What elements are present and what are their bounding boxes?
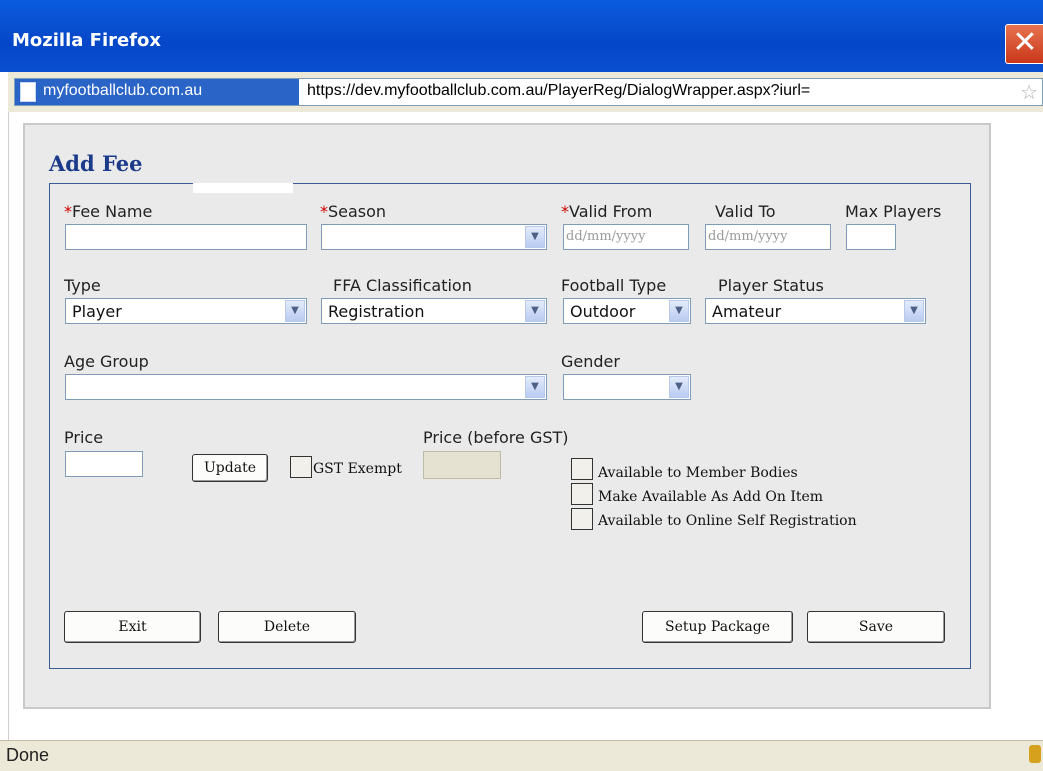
age-group-label: Age Group — [64, 352, 149, 371]
fee-name-label-text: Fee Name — [72, 202, 153, 221]
add-on-item-label: Make Available As Add On Item — [598, 489, 824, 505]
valid-to-input[interactable]: dd/mm/yyyy — [705, 224, 831, 250]
max-players-input[interactable] — [846, 224, 896, 250]
max-players-label: Max Players — [845, 202, 942, 221]
chevron-down-icon[interactable]: ▼ — [904, 300, 924, 322]
add-fee-dialog: *Fee Name *Season ▼ *Valid From dd/mm/yy… — [23, 123, 991, 709]
url-field[interactable]: myfootballclub.com.au https://dev.myfoot… — [14, 78, 1043, 106]
fee-name-input[interactable] — [65, 224, 307, 250]
panel-title-gap — [193, 183, 293, 193]
price-before-gst-label: Price (before GST) — [423, 428, 569, 447]
chevron-down-icon[interactable]: ▼ — [285, 300, 305, 322]
window-title: Mozilla Firefox — [12, 30, 162, 51]
season-label: *Season — [320, 202, 386, 221]
player-status-label: Player Status — [718, 276, 824, 295]
update-button[interactable]: Update — [192, 454, 268, 482]
season-select[interactable]: ▼ — [321, 224, 547, 250]
setup-package-button[interactable]: Setup Package — [642, 611, 793, 643]
chevron-down-icon[interactable]: ▼ — [669, 376, 689, 398]
fee-name-label: *Fee Name — [64, 202, 152, 221]
page-content: *Fee Name *Season ▼ *Valid From dd/mm/yy… — [8, 112, 1043, 740]
season-label-text: Season — [328, 202, 387, 221]
address-bar: myfootballclub.com.au https://dev.myfoot… — [8, 72, 1043, 112]
gender-label: Gender — [561, 352, 620, 371]
exit-button[interactable]: Exit — [64, 611, 201, 643]
required-marker: * — [64, 202, 72, 221]
chevron-down-icon[interactable]: ▼ — [525, 376, 545, 398]
available-member-bodies-checkbox[interactable] — [571, 458, 593, 480]
ffa-classification-value: Registration — [328, 302, 425, 321]
type-label: Type — [64, 276, 101, 295]
online-self-registration-checkbox[interactable] — [571, 508, 593, 530]
available-member-bodies-label: Available to Member Bodies — [598, 465, 798, 481]
price-before-gst-input — [423, 451, 501, 479]
player-status-select[interactable]: Amateur ▼ — [705, 298, 926, 324]
status-text: Done — [6, 745, 50, 765]
save-button[interactable]: Save — [807, 611, 945, 643]
bookmark-star-icon[interactable]: ☆ — [1020, 80, 1038, 104]
football-type-value: Outdoor — [570, 302, 636, 321]
ffa-classification-select[interactable]: Registration ▼ — [321, 298, 547, 324]
gst-exempt-label: GST Exempt — [313, 461, 402, 477]
site-identity-button[interactable]: myfootballclub.com.au — [15, 79, 299, 105]
delete-button[interactable]: Delete — [218, 611, 356, 643]
valid-from-input[interactable]: dd/mm/yyyy — [563, 224, 689, 250]
gst-exempt-checkbox[interactable] — [290, 456, 312, 478]
valid-from-label: *Valid From — [561, 202, 652, 221]
price-input[interactable] — [65, 451, 143, 477]
price-label: Price — [64, 428, 104, 447]
page-title: Add Fee — [49, 151, 143, 176]
status-bar: Done — [0, 740, 1043, 771]
type-value: Player — [72, 302, 122, 321]
lock-icon[interactable] — [1029, 745, 1041, 763]
age-group-select[interactable]: ▼ — [65, 374, 547, 400]
site-domain: myfootballclub.com.au — [43, 82, 203, 99]
chevron-down-icon[interactable]: ▼ — [669, 300, 689, 322]
gender-select[interactable]: ▼ — [563, 374, 691, 400]
online-self-registration-label: Available to Online Self Registration — [598, 513, 857, 529]
required-marker: * — [320, 202, 328, 221]
player-status-value: Amateur — [712, 302, 782, 321]
ffa-classification-label: FFA Classification — [333, 276, 472, 295]
valid-to-label: Valid To — [715, 202, 776, 221]
type-select[interactable]: Player ▼ — [65, 298, 307, 324]
page-icon — [20, 82, 36, 102]
required-marker: * — [561, 202, 569, 221]
chevron-down-icon[interactable]: ▼ — [525, 226, 545, 248]
football-type-label: Football Type — [561, 276, 667, 295]
valid-from-label-text: Valid From — [569, 202, 653, 221]
football-type-select[interactable]: Outdoor ▼ — [563, 298, 691, 324]
add-on-item-checkbox[interactable] — [571, 483, 593, 505]
url-text: https://dev.myfootballclub.com.au/Player… — [307, 82, 811, 99]
close-icon[interactable]: ✕ — [1005, 24, 1043, 64]
fee-form-panel: *Fee Name *Season ▼ *Valid From dd/mm/yy… — [49, 183, 971, 669]
window-titlebar: Mozilla Firefox ✕ — [0, 0, 1043, 72]
chevron-down-icon[interactable]: ▼ — [525, 300, 545, 322]
